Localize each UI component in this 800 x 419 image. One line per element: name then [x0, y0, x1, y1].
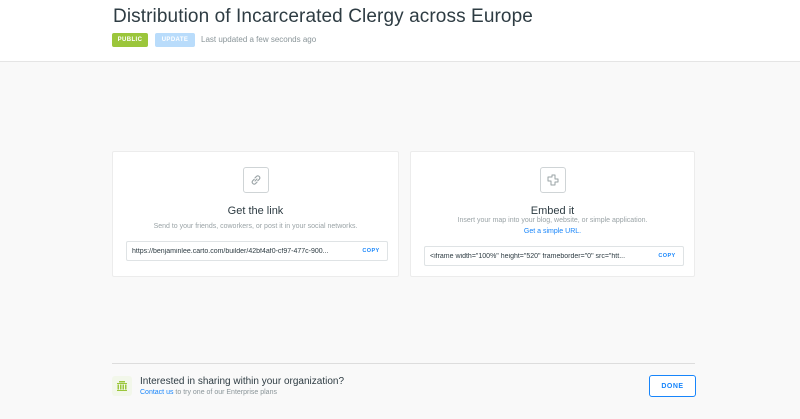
simple-url-link[interactable]: Get a simple URL. [411, 228, 694, 235]
link-icon [242, 167, 269, 193]
organization-icon [112, 376, 132, 396]
embed-code-field[interactable]: <iframe width="100%" height="520" frameb… [424, 246, 684, 266]
embed-code[interactable]: <iframe width="100%" height="520" frameb… [425, 253, 651, 260]
get-link-card: Get the link Send to your friends, cowor… [112, 151, 399, 277]
org-sharing-subtext: Contact us to try one of our Enterprise … [140, 389, 277, 396]
update-button[interactable]: UPDATE [155, 33, 195, 47]
header-bar: Distribution of Incarcerated Clergy acro… [0, 0, 800, 62]
org-sharing-subtext-rest: to try one of our Enterprise plans [173, 389, 277, 396]
embed-description: Insert your map into your blog, website,… [457, 217, 648, 224]
footer-divider [112, 363, 695, 364]
share-link-field[interactable]: https://benjaminlee.carto.com/builder/42… [126, 241, 388, 261]
embed-title: Embed it [530, 205, 575, 217]
last-updated-text: Last updated a few seconds ago [201, 35, 317, 44]
get-link-title: Get the link [227, 205, 284, 217]
embed-icon [539, 167, 566, 193]
privacy-badge: PUBLIC [112, 33, 148, 47]
org-sharing-title: Interested in sharing within your organi… [140, 376, 345, 387]
embed-card: Embed it Insert your map into your blog,… [410, 151, 695, 277]
get-link-description: Send to your friends, coworkers, or post… [153, 223, 358, 230]
contact-us-link[interactable]: Contact us [140, 389, 173, 396]
done-button[interactable]: DONE [649, 375, 696, 397]
page-title: Distribution of Incarcerated Clergy acro… [113, 6, 533, 27]
share-link-url[interactable]: https://benjaminlee.carto.com/builder/42… [127, 248, 355, 255]
copy-embed-button[interactable]: COPY [651, 253, 683, 259]
copy-link-button[interactable]: COPY [355, 248, 387, 254]
